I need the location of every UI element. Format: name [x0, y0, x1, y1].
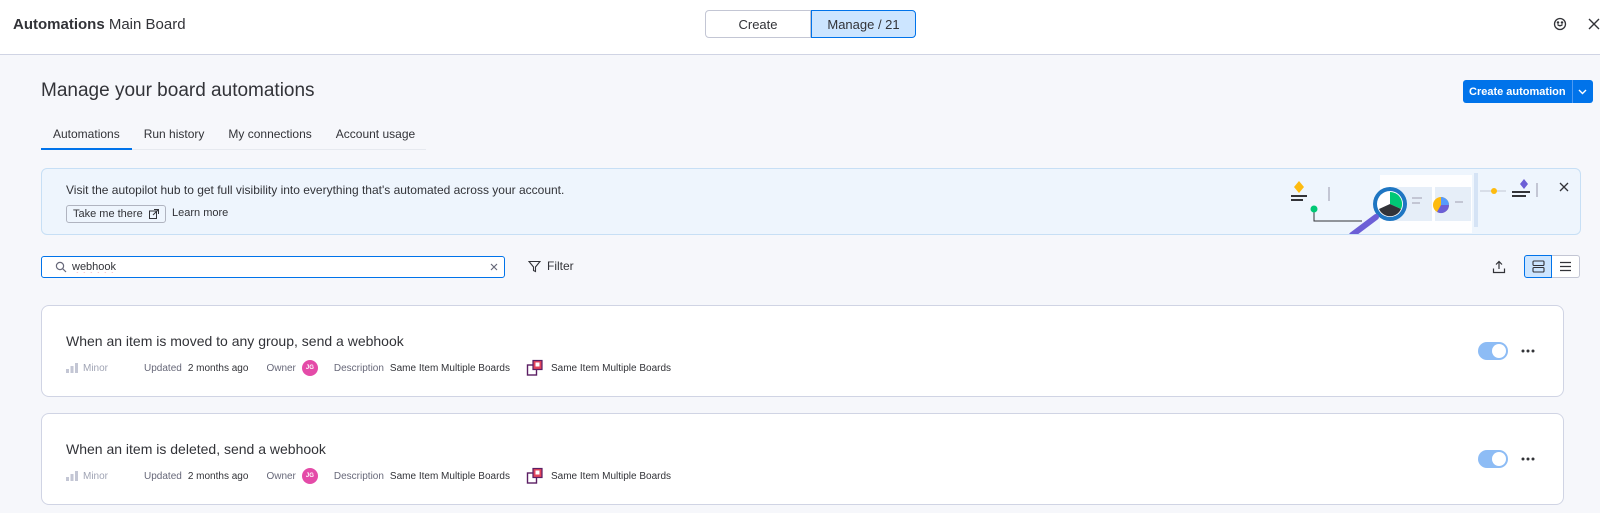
automation-card[interactable]: When an item is moved to any group, send…	[41, 305, 1564, 397]
priority-label: Minor	[83, 362, 109, 374]
search-input[interactable]	[72, 259, 472, 275]
banner-text: Visit the autopilot hub to get full visi…	[66, 183, 565, 197]
priority-icon	[66, 471, 78, 481]
owner-label: Owner	[266, 362, 296, 374]
list-view-icon	[1560, 261, 1571, 272]
mode-switcher: Create Manage / 21	[705, 10, 916, 38]
more-options-icon[interactable]	[1518, 341, 1538, 361]
board-name: Main Board	[108, 16, 186, 33]
top-bar: Automations Main Board Create Manage / 2…	[0, 0, 1600, 55]
create-automation-dropdown[interactable]	[1571, 80, 1593, 103]
app-title-bold: Automations	[13, 16, 105, 33]
page-title: Manage your board automations	[41, 80, 315, 101]
automation-card[interactable]: When an item is deleted, send a webhook …	[41, 413, 1564, 505]
automation-enabled-toggle[interactable]	[1478, 342, 1508, 360]
description-label: Description	[333, 362, 384, 374]
more-options-icon[interactable]	[1518, 449, 1538, 469]
card-view-toggle[interactable]	[1524, 255, 1552, 278]
autopilot-illustration	[1291, 173, 1538, 234]
tab-my-connections[interactable]: My connections	[216, 120, 323, 150]
clear-search-icon[interactable]	[487, 260, 501, 274]
automation-meta: Minor Updated 2 months ago Owner JG Desc…	[66, 467, 671, 485]
close-icon[interactable]	[1584, 14, 1600, 34]
board-name[interactable]: Same Item Multiple Boards	[551, 471, 671, 482]
updated-label: Updated	[144, 470, 182, 482]
description-label: Description	[333, 470, 384, 482]
automation-meta: Minor Updated 2 months ago Owner JG Desc…	[66, 359, 671, 377]
owner-label: Owner	[266, 470, 296, 482]
board-name[interactable]: Same Item Multiple Boards	[551, 363, 671, 374]
updated-label: Updated	[144, 362, 182, 374]
automation-title: When an item is deleted, send a webhook	[66, 441, 326, 457]
avatar[interactable]: JG	[301, 468, 318, 484]
create-automation-split-button: Create automation	[1463, 80, 1593, 103]
banner-close-icon[interactable]	[1556, 179, 1572, 195]
tab-automations[interactable]: Automations	[41, 120, 132, 150]
take-me-there-label: Take me there	[73, 208, 143, 220]
tab-run-history[interactable]: Run history	[132, 120, 217, 150]
search-icon	[55, 261, 67, 273]
filter-icon	[528, 260, 541, 272]
toggle-knob	[1492, 452, 1506, 466]
toggle-knob	[1492, 344, 1506, 358]
learn-more-link[interactable]: Learn more	[172, 207, 228, 219]
export-icon[interactable]	[1489, 256, 1509, 278]
description-value: Same Item Multiple Boards	[389, 470, 510, 482]
manage-tab-button[interactable]: Manage / 21	[811, 10, 916, 38]
multiple-boards-icon	[526, 467, 543, 484]
create-automation-button[interactable]: Create automation	[1463, 80, 1572, 103]
chevron-down-icon	[1578, 89, 1587, 94]
priority-label: Minor	[83, 470, 109, 482]
external-link-icon	[148, 209, 159, 219]
take-me-there-button[interactable]: Take me there	[66, 205, 166, 223]
tab-account-usage[interactable]: Account usage	[324, 120, 427, 150]
updated-value: 2 months ago	[187, 470, 249, 482]
updated-value: 2 months ago	[187, 362, 249, 374]
description-value: Same Item Multiple Boards	[389, 362, 510, 374]
automation-title: When an item is moved to any group, send…	[66, 333, 404, 349]
app-title: Automations Main Board	[13, 16, 186, 33]
priority-icon	[66, 363, 78, 373]
avatar[interactable]: JG	[301, 360, 318, 376]
autopilot-hub-banner: Visit the autopilot hub to get full visi…	[41, 168, 1581, 235]
filter-button[interactable]: Filter	[528, 259, 574, 273]
automation-enabled-toggle[interactable]	[1478, 450, 1508, 468]
multiple-boards-icon	[526, 359, 543, 376]
feedback-icon[interactable]	[1550, 14, 1570, 34]
create-tab-button[interactable]: Create	[705, 10, 811, 38]
filter-label: Filter	[547, 259, 574, 273]
card-view-icon	[1531, 260, 1545, 273]
tab-bar: Automations Run history My connections A…	[41, 120, 426, 150]
list-view-toggle[interactable]	[1552, 255, 1580, 278]
search-box	[41, 256, 505, 278]
